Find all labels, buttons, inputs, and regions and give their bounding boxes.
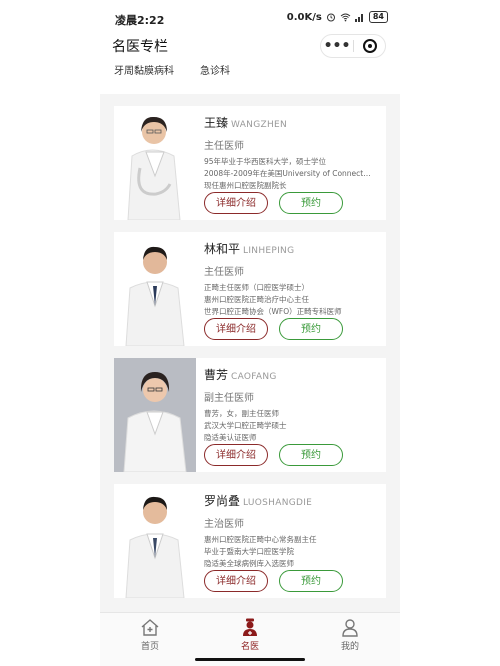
- page-title: 名医专栏: [112, 39, 168, 55]
- doctor-desc-line: 2008年-2009年在美国University of Connect…: [204, 169, 371, 178]
- book-button[interactable]: 预约: [279, 444, 343, 466]
- doctor-pinyin: LUOSHANGDIE: [243, 498, 313, 508]
- tab-doctors[interactable]: 名医: [220, 617, 280, 652]
- doctor-name: 罗尚叠: [204, 494, 241, 508]
- doctor-info: 罗尚叠 LUOSHANGDIE 主治医师 惠州口腔医院正畸中心常务副主任 毕业于暨…: [204, 492, 382, 570]
- tab-mine-label: 我的: [340, 642, 359, 652]
- doctor-desc-line: 隐适美认证医师: [204, 433, 257, 442]
- nav-bar: 名医专栏 •••: [100, 34, 400, 58]
- tab-mine[interactable]: 我的: [320, 617, 380, 652]
- tab-doctors-label: 名医: [240, 642, 259, 652]
- doctor-name: 林和平: [204, 242, 241, 256]
- doctor-icon: [243, 618, 257, 636]
- doctor-card: 王臻 WANGZHEN 主任医师 95年毕业于华西医科大学，硕士学位 2008年-…: [114, 106, 386, 220]
- doctor-rank: 主治医师: [204, 519, 244, 530]
- doctor-name-row: 林和平 LINHEPING: [204, 240, 382, 257]
- doctor-card: 曹芳 CAOFANG 副主任医师 曹芳，女，副主任医师 武汉大学口腔正畸学硕士 隐…: [114, 358, 386, 472]
- home-indicator: [195, 658, 305, 661]
- status-time: 凌晨2:22: [115, 14, 165, 27]
- doctor-card: 罗尚叠 LUOSHANGDIE 主治医师 惠州口腔医院正畸中心常务副主任 毕业于暨…: [114, 484, 386, 598]
- doctor-desc-line: 隐适美全球病例库入选医师: [204, 559, 294, 568]
- doctor-desc-line: 95年毕业于华西医科大学，硕士学位: [204, 157, 327, 166]
- category-bar: 牙周黏膜病科 急诊科: [100, 58, 400, 94]
- status-icons: 0.0K/s 84: [287, 11, 388, 23]
- status-bar: 凌晨2:22 0.0K/s 84: [100, 0, 400, 34]
- close-miniapp-button[interactable]: [354, 39, 385, 53]
- doctor-rank: 主任医师: [204, 141, 244, 152]
- doctor-desc-line: 世界口腔正畸协会（WFO）正畸专科医师: [204, 307, 342, 316]
- doctor-name-row: 曹芳 CAOFANG: [204, 366, 382, 383]
- more-menu-button[interactable]: •••: [321, 35, 353, 57]
- phone-screen: 凌晨2:22 0.0K/s 84 名医专栏 ••• 牙周黏膜病科 急诊科 王臻 …: [100, 0, 400, 666]
- category-emergency[interactable]: 急诊科: [200, 62, 230, 77]
- doctor-pinyin: WANGZHEN: [231, 120, 288, 130]
- doctor-name: 王臻: [204, 116, 229, 130]
- doctor-desc-line: 惠州口腔医院正畸中心常务副主任: [204, 535, 317, 544]
- network-speed: 0.0K/s: [286, 11, 322, 23]
- doctor-photo: [114, 358, 196, 472]
- alarm-icon: [326, 13, 335, 22]
- doctor-rank: 主任医师: [204, 267, 244, 278]
- doctor-rank: 副主任医师: [204, 393, 254, 404]
- doctor-desc-line: 武汉大学口腔正畸学硕士: [204, 421, 287, 430]
- doctor-photo: [114, 484, 196, 598]
- doctor-desc-line: 正畸主任医师（口腔医学硕士）: [204, 283, 309, 292]
- detail-button[interactable]: 详细介绍: [204, 318, 268, 340]
- doctor-desc-line: 现任惠州口腔医院副院长: [204, 181, 287, 190]
- battery-icon: 84: [368, 11, 388, 23]
- doctor-name-row: 罗尚叠 LUOSHANGDIE: [204, 492, 382, 509]
- detail-button[interactable]: 详细介绍: [204, 570, 268, 592]
- doctor-desc-line: 曹芳，女，副主任医师: [204, 409, 279, 418]
- doctor-desc-line: 毕业于暨南大学口腔医学院: [204, 547, 294, 556]
- category-periodontal[interactable]: 牙周黏膜病科: [114, 62, 174, 77]
- doctor-photo: [114, 106, 196, 220]
- doctor-pinyin: LINHEPING: [243, 246, 295, 256]
- doctor-name: 曹芳: [204, 368, 229, 382]
- signal-icon: [354, 14, 363, 22]
- tab-home[interactable]: 首页: [120, 617, 180, 652]
- doctor-info: 曹芳 CAOFANG 副主任医师 曹芳，女，副主任医师 武汉大学口腔正畸学硕士 隐…: [204, 366, 382, 444]
- doctor-info: 林和平 LINHEPING 主任医师 正畸主任医师（口腔医学硕士） 惠州口腔医院正…: [204, 240, 382, 318]
- doctor-pinyin: CAOFANG: [231, 372, 277, 382]
- book-button[interactable]: 预约: [279, 192, 343, 214]
- miniapp-capsule: •••: [320, 34, 386, 58]
- doctor-info: 王臻 WANGZHEN 主任医师 95年毕业于华西医科大学，硕士学位 2008年-…: [204, 114, 382, 192]
- user-icon: [342, 619, 358, 637]
- home-icon: [141, 619, 159, 636]
- target-icon: [362, 39, 377, 53]
- book-button[interactable]: 预约: [279, 570, 343, 592]
- doctor-name-row: 王臻 WANGZHEN: [204, 114, 382, 131]
- tab-home-label: 首页: [140, 642, 159, 652]
- book-button[interactable]: 预约: [279, 318, 343, 340]
- doctor-card: 林和平 LINHEPING 主任医师 正畸主任医师（口腔医学硕士） 惠州口腔医院正…: [114, 232, 386, 346]
- doctor-photo: [114, 232, 196, 346]
- detail-button[interactable]: 详细介绍: [204, 444, 268, 466]
- doctor-desc-line: 惠州口腔医院正畸治疗中心主任: [204, 295, 309, 304]
- wifi-icon: [340, 13, 351, 22]
- detail-button[interactable]: 详细介绍: [204, 192, 268, 214]
